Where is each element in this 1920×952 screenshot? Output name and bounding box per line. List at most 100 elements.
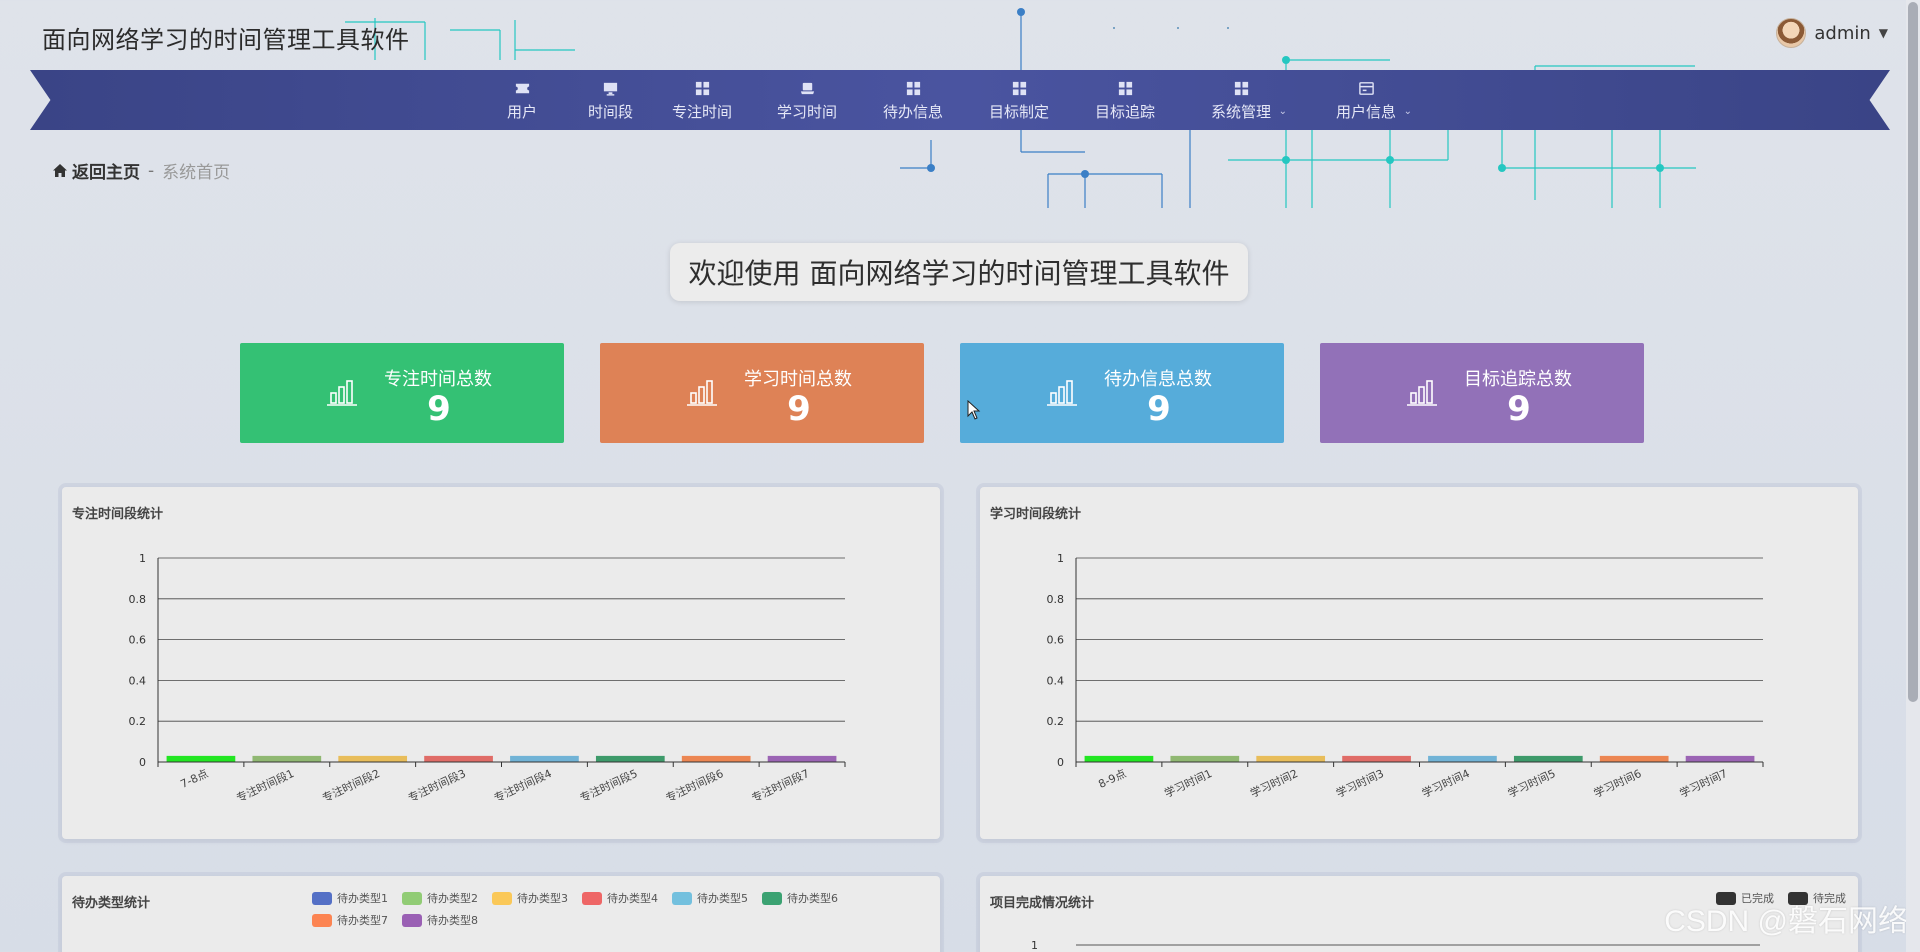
- user-name: admin: [1814, 22, 1871, 44]
- grid-icon: [692, 78, 712, 98]
- nav-item-2[interactable]: 时间段: [588, 78, 633, 126]
- y-tick-label: 0.2: [129, 715, 147, 728]
- card-icon: [1356, 78, 1376, 98]
- todo-chart-panel: 待办类型统计 待办类型1 待办类型2 待办类型3 待办类型4 待办类型5 待办类型6 待办类…: [62, 876, 940, 952]
- legend-item[interactable]: 待办类型5: [672, 890, 748, 906]
- legend-label: 待办类型5: [697, 892, 748, 905]
- y-tick-label: 0: [139, 756, 146, 769]
- bar[interactable]: [1685, 755, 1755, 762]
- legend-label: 待办类型7: [337, 914, 388, 927]
- user-menu[interactable]: admin ▼: [1776, 18, 1888, 48]
- bar[interactable]: [1599, 755, 1669, 762]
- bar[interactable]: [1342, 755, 1411, 762]
- legend-item[interactable]: 待办类型7: [312, 912, 388, 928]
- laptop-icon: [797, 78, 817, 98]
- bar[interactable]: [166, 755, 236, 762]
- x-tick-label: 专注时间段4: [492, 766, 554, 805]
- y-tick-label: 0: [1057, 756, 1064, 769]
- bar[interactable]: [1170, 755, 1240, 762]
- x-tick-label: 学习时间5: [1505, 766, 1557, 800]
- todo-legend: 待办类型1 待办类型2 待办类型3 待办类型4 待办类型5 待办类型6 待办类型7 待办类型8: [312, 890, 912, 928]
- bar[interactable]: [767, 755, 837, 762]
- x-tick-label: 8-9点: [1096, 767, 1128, 791]
- bar-chart-icon: [1406, 377, 1438, 407]
- legend-item[interactable]: 待办类型1: [312, 890, 388, 906]
- bar[interactable]: [1084, 755, 1154, 762]
- main-nav: 用户 时间段 专注时间 学习时间 待办信息 目标制定 目标追踪 系统管理 ⌄ 用户信息 ⌄: [30, 70, 1890, 130]
- legend-swatch: [312, 913, 332, 927]
- x-tick-label: 学习时间3: [1334, 766, 1386, 800]
- bar[interactable]: [252, 755, 322, 762]
- caret-down-icon: ▼: [1878, 26, 1888, 40]
- welcome-banner: 欢迎使用 面向网络学习的时间管理工具软件: [670, 243, 1248, 301]
- nav-item-6[interactable]: 目标制定: [989, 78, 1049, 126]
- stat-value: 9: [1507, 389, 1531, 429]
- bar[interactable]: [510, 755, 579, 762]
- legend-label: 待办类型4: [607, 892, 658, 905]
- y-tick-label: 1: [139, 552, 146, 565]
- legend-item[interactable]: 待办类型2: [402, 890, 478, 906]
- legend-item[interactable]: 待办类型8: [402, 912, 478, 928]
- chevron-down-icon: ⌄: [1278, 106, 1288, 117]
- ticket-icon: [512, 78, 532, 98]
- nav-item-label: 时间段: [588, 103, 634, 121]
- bar[interactable]: [595, 755, 665, 762]
- study-chart-panel: 学习时间段统计 0 0.2 0.4 0.6 0.8 1 8-9点 学习时间1 学习时间2 学习时间…: [980, 487, 1858, 839]
- x-tick-label: 学习时间6: [1591, 766, 1643, 800]
- page-scrollbar[interactable]: [1906, 0, 1920, 952]
- legend-swatch: [402, 913, 422, 927]
- grid-icon: [903, 78, 923, 98]
- breadcrumb-home-link[interactable]: 返回主页: [52, 158, 140, 183]
- x-tick-label: 专注时间段1: [234, 766, 296, 805]
- nav-item-label: 学习时间: [777, 103, 838, 121]
- bar[interactable]: [681, 755, 751, 762]
- legend-label: 待办类型1: [337, 892, 388, 905]
- bar[interactable]: [1428, 755, 1497, 762]
- nav-item-9[interactable]: 用户信息 ⌄: [1336, 78, 1412, 126]
- bar[interactable]: [1256, 755, 1326, 762]
- y-tick-label: 0.8: [1047, 593, 1065, 606]
- x-tick-label: 学习时间7: [1677, 766, 1729, 800]
- legend-item[interactable]: 待办类型3: [492, 890, 568, 906]
- legend-label: 待办类型6: [787, 892, 838, 905]
- x-tick-label: 专注时间段2: [320, 766, 382, 805]
- focus-chart-panel: 专注时间段统计 0 0.2 0.4 0.6 0.8 1 7-8点 专注时间段1 专注时间段2 专注…: [62, 487, 940, 839]
- nav-item-1[interactable]: 用户: [507, 78, 537, 126]
- nav-item-8[interactable]: 系统管理 ⌄: [1211, 78, 1287, 126]
- bar-chart-icon: [326, 377, 358, 407]
- stat-card-1[interactable]: 专注时间总数 9: [240, 343, 564, 443]
- nav-item-label: 专注时间: [672, 103, 733, 121]
- stat-title: 待办信息总数: [1104, 369, 1212, 390]
- study-bar-chart: 0 0.2 0.4 0.6 0.8 1 8-9点 学习时间1 学习时间2 学习时间3 学习时间4 学习…: [1047, 552, 1764, 800]
- y-tick-label: 1: [1031, 939, 1038, 952]
- bar-chart-icon: [1046, 377, 1078, 407]
- x-tick-label: 学习时间2: [1248, 766, 1300, 800]
- stat-value: 9: [427, 389, 451, 429]
- legend-swatch: [582, 891, 602, 905]
- nav-item-3[interactable]: 专注时间: [672, 78, 732, 126]
- legend-item[interactable]: 待办类型4: [582, 890, 658, 906]
- bar-chart-icon: [686, 377, 718, 407]
- legend-swatch: [312, 891, 332, 905]
- nav-item-5[interactable]: 待办信息: [883, 78, 943, 126]
- nav-item-label: 系统管理: [1211, 103, 1272, 121]
- nav-item-4[interactable]: 学习时间: [777, 78, 837, 126]
- stat-card-4[interactable]: 目标追踪总数 9: [1320, 343, 1644, 443]
- app-title: 面向网络学习的时间管理工具软件: [42, 26, 410, 54]
- bar[interactable]: [338, 755, 408, 762]
- x-tick-label: 专注时间段3: [406, 766, 468, 805]
- legend-item[interactable]: 待办类型6: [762, 890, 838, 906]
- legend-swatch: [492, 891, 512, 905]
- scrollbar-thumb[interactable]: [1908, 2, 1918, 702]
- nav-item-7[interactable]: 目标追踪: [1095, 78, 1155, 126]
- stat-title: 专注时间总数: [384, 369, 492, 390]
- x-tick-label: 学习时间4: [1420, 766, 1472, 800]
- bar[interactable]: [1513, 755, 1583, 762]
- bar[interactable]: [424, 755, 493, 762]
- stat-card-2[interactable]: 学习时间总数 9: [600, 343, 924, 443]
- stat-card-3[interactable]: 待办信息总数 9: [960, 343, 1284, 443]
- stat-value: 9: [787, 389, 811, 429]
- breadcrumb-current: 系统首页: [162, 163, 231, 183]
- legend-swatch: [672, 891, 692, 905]
- chevron-down-icon: ⌄: [1403, 106, 1413, 117]
